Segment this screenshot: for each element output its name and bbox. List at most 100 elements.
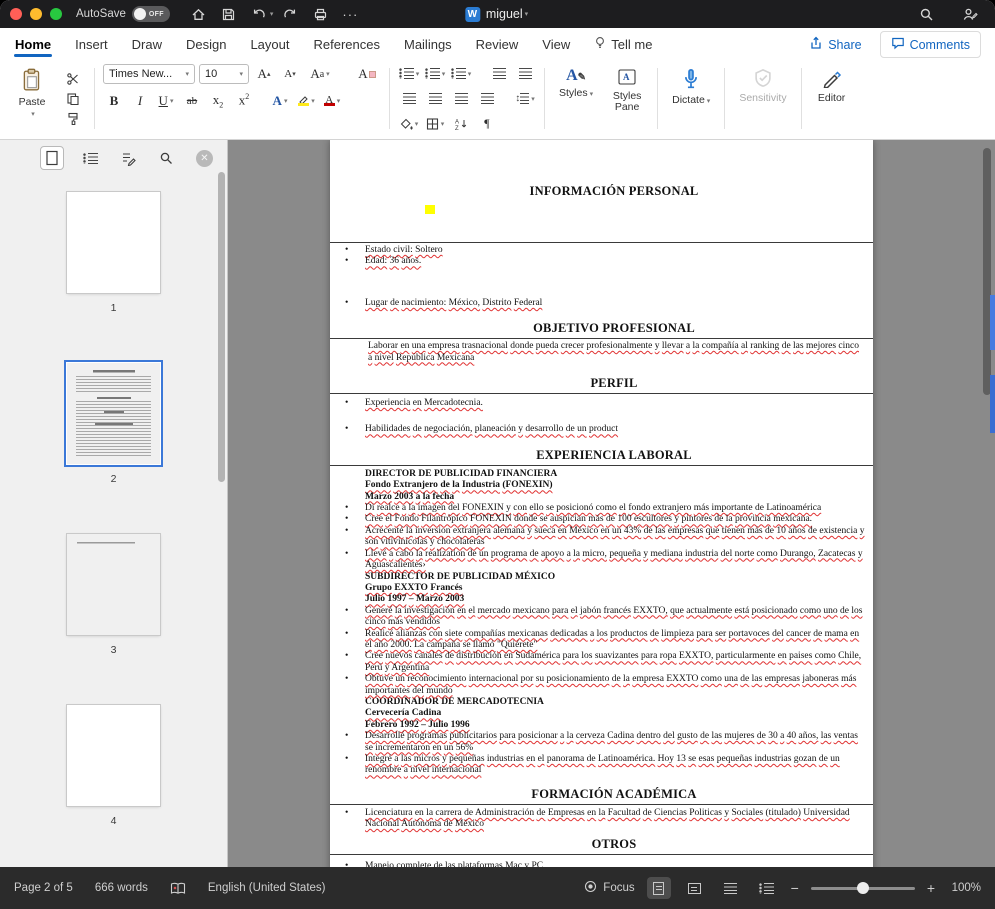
styles-pane-button[interactable]: A Styles Pane [605, 64, 649, 133]
align-center-icon[interactable] [424, 89, 446, 108]
tab-draw[interactable]: Draw [131, 30, 163, 59]
web-layout-icon[interactable] [683, 877, 707, 899]
language-selector[interactable]: English (United States) [208, 882, 326, 894]
font-color-icon[interactable]: A ▾ [321, 91, 343, 110]
outline-view-icon[interactable] [719, 877, 743, 899]
editor-button[interactable]: Editor [810, 64, 854, 133]
italic-icon[interactable]: I [129, 91, 151, 110]
sidebar-scrollbar-thumb[interactable] [218, 172, 225, 482]
undo-dropdown-icon[interactable]: ▾ [270, 10, 274, 18]
tab-tell-me[interactable]: Tell me [593, 29, 653, 60]
bold-icon[interactable]: B [103, 91, 125, 110]
document-title[interactable]: miguel [486, 7, 523, 21]
paragraph-group: ▾ ▾ ▾ ↕ ▾ ▾ ▾ AZ ¶ [398, 64, 536, 133]
thumbnails-icon[interactable] [40, 146, 64, 170]
zoom-slider-knob[interactable] [856, 882, 869, 894]
increase-indent-icon[interactable] [514, 64, 536, 83]
styles-dropdown-icon[interactable]: ▾ [590, 91, 594, 98]
misspelled-word: a [685, 341, 691, 352]
focus-button[interactable]: Focus [584, 880, 635, 896]
undo-icon[interactable] [247, 4, 271, 24]
thumbnail-page[interactable] [67, 192, 160, 293]
borders-icon[interactable]: ▾ [424, 114, 446, 133]
headings-icon[interactable] [78, 146, 102, 170]
tab-home[interactable]: Home [14, 30, 53, 59]
paste-dropdown-icon[interactable]: ▾ [31, 110, 35, 118]
page-indicator[interactable]: Page 2 of 5 [14, 882, 73, 894]
account-icon[interactable] [958, 4, 982, 24]
document-canvas[interactable]: INFORMACIÓN PERSONAL Estado civil: Solter… [228, 140, 995, 867]
redo-icon[interactable] [278, 4, 302, 24]
zoom-in-button[interactable]: + [927, 880, 935, 896]
print-layout-icon[interactable] [646, 877, 671, 899]
tab-review[interactable]: Review [475, 30, 520, 59]
paste-button[interactable]: Paste ▾ [10, 64, 54, 133]
share-button[interactable]: Share [809, 36, 862, 53]
zoom-slider[interactable] [810, 882, 915, 894]
proofing-book-icon[interactable] [170, 882, 186, 895]
document-scrollbar[interactable] [983, 148, 991, 859]
close-pane-icon[interactable]: ✕ [196, 149, 213, 167]
navigation-pane-tabs: ✕ [0, 140, 227, 176]
home-icon[interactable] [187, 4, 211, 24]
multilevel-list-icon[interactable]: ▾ [450, 64, 472, 83]
superscript-icon[interactable]: x2 [233, 91, 255, 110]
dictate-dropdown-icon[interactable]: ▾ [707, 98, 711, 105]
document-page[interactable]: INFORMACIÓN PERSONAL Estado civil: Solter… [330, 140, 873, 867]
tab-design[interactable]: Design [185, 30, 227, 59]
font-size-select[interactable]: 10 ▾ [199, 64, 249, 84]
cut-icon[interactable] [62, 69, 84, 88]
thumbnail-page[interactable] [67, 363, 160, 464]
save-icon[interactable] [217, 4, 241, 24]
search-icon[interactable] [914, 4, 938, 24]
tab-view[interactable]: View [541, 30, 571, 59]
subscript-icon[interactable]: x2 [207, 91, 229, 110]
styles-button[interactable]: A✎ Styles ▾ [553, 64, 599, 133]
document-scrollbar-thumb[interactable] [983, 148, 991, 395]
align-left-icon[interactable] [398, 89, 420, 108]
edit-list-icon[interactable] [116, 146, 140, 170]
word-count[interactable]: 666 words [95, 882, 148, 894]
draft-view-icon[interactable] [755, 877, 779, 899]
pilcrow-icon[interactable]: ¶ [476, 114, 498, 133]
dictate-button[interactable]: Dictate ▾ [666, 64, 716, 133]
thumbnail-page[interactable] [67, 534, 160, 635]
zoom-out-button[interactable]: − [791, 880, 799, 896]
bullets-icon[interactable]: ▾ [398, 64, 420, 83]
decrease-indent-icon[interactable] [488, 64, 510, 83]
grow-font-button[interactable]: A ▴ [253, 65, 275, 84]
align-right-icon[interactable] [450, 89, 472, 108]
line-spacing-icon[interactable]: ↕ ▾ [514, 89, 536, 108]
numbering-icon[interactable]: ▾ [424, 64, 446, 83]
comments-button[interactable]: Comments [879, 31, 981, 58]
shading-icon[interactable]: ▾ [398, 114, 420, 133]
font-name-select[interactable]: Times New... ▾ [103, 64, 195, 84]
minimize-window-button[interactable] [30, 8, 42, 20]
autosave-toggle[interactable]: OFF [131, 6, 170, 22]
close-window-button[interactable] [10, 8, 22, 20]
more-icon[interactable]: ··· [338, 4, 362, 24]
tab-layout[interactable]: Layout [249, 30, 290, 59]
copy-icon[interactable] [62, 89, 84, 108]
tab-mailings[interactable]: Mailings [403, 30, 453, 59]
nav-search-icon[interactable] [154, 146, 178, 170]
format-painter-icon[interactable] [62, 109, 84, 128]
shrink-font-button[interactable]: A ▾ [279, 65, 301, 84]
text-effects-icon[interactable]: A ▾ [269, 91, 291, 110]
thumbnail-page[interactable] [67, 705, 160, 806]
tab-references[interactable]: References [313, 30, 381, 59]
clear-formatting-button[interactable]: A [353, 65, 381, 84]
highlight-icon[interactable]: ▾ [295, 91, 317, 110]
underline-icon[interactable]: U ▾ [155, 91, 177, 110]
strikethrough-icon[interactable]: ab [181, 91, 203, 110]
sidebar-scrollbar[interactable] [218, 172, 225, 832]
change-case-button[interactable]: Aa ▾ [305, 65, 335, 84]
zoom-level[interactable]: 100% [947, 882, 981, 894]
fullscreen-window-button[interactable] [50, 8, 62, 20]
sort-icon[interactable]: AZ [450, 114, 472, 133]
justify-icon[interactable] [476, 89, 498, 108]
tab-insert[interactable]: Insert [74, 30, 109, 59]
misspelled-word: internacional [431, 765, 482, 776]
title-chevron-down-icon[interactable]: ▾ [525, 10, 529, 18]
print-icon[interactable] [308, 4, 332, 24]
